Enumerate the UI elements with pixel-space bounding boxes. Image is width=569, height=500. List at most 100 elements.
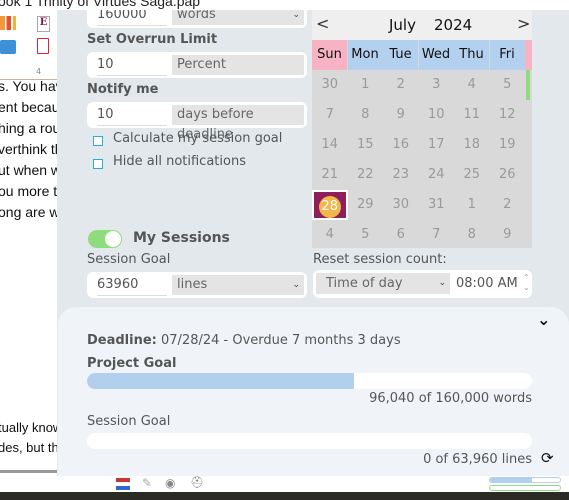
calendar-day[interactable]: 2 [490, 190, 526, 220]
calendar-day[interactable]: 25 [454, 160, 490, 190]
overrun-label: Set Overrun Limit [87, 32, 218, 47]
sessions-title: My Sessions [133, 230, 230, 246]
ruler-mark: 4 [36, 67, 42, 76]
project-progress-fill [87, 373, 354, 389]
session-goal-input[interactable]: 63960 [97, 277, 167, 296]
notify-row: 10 days before deadline [87, 102, 307, 142]
calendar-day[interactable]: 4 [312, 220, 348, 248]
calendar-day[interactable]: 5 [348, 220, 384, 248]
calendar-day[interactable]: 19 [490, 130, 526, 160]
calendar-day[interactable]: 28 [312, 190, 348, 220]
weekday-mon: Mon [347, 40, 383, 70]
calendar-day[interactable]: 18 [454, 130, 490, 160]
session-count: 0 of 63,960 lines [423, 452, 532, 467]
calendar-day[interactable]: 2 [383, 70, 419, 100]
calendar-day[interactable]: 7 [312, 100, 348, 130]
calendar-day[interactable]: 3 [419, 70, 455, 100]
calendar-day[interactable]: 8 [348, 100, 384, 130]
calendar-day[interactable]: 11 [454, 100, 490, 130]
calendar-day[interactable]: 8 [454, 220, 490, 248]
calendar-day[interactable]: 9 [490, 220, 526, 248]
doc-line: hing a rou [0, 120, 58, 136]
calendar-day[interactable]: 26 [490, 160, 526, 190]
eye-icon[interactable]: ◉ [165, 476, 175, 490]
calc-session-checkbox[interactable] [93, 136, 103, 146]
calendar-day[interactable]: 6 [383, 220, 419, 248]
calendar-day[interactable]: 24 [419, 160, 455, 190]
collapse-chevron-icon[interactable]: ⌄ [537, 310, 550, 329]
unit-label: lines [177, 277, 208, 292]
chart-icon[interactable] [0, 16, 16, 30]
calendar-day[interactable]: 30 [383, 190, 419, 220]
overrun-unit: Percent [172, 55, 304, 75]
reset-label: Reset session count: [313, 252, 447, 267]
document-area[interactable]: E 4 s. You have ent becaus hing a rou ve… [0, 10, 58, 476]
divider [0, 470, 58, 473]
overrun-row: 10 Percent [87, 52, 307, 78]
calendar-day[interactable]: 5 [490, 70, 526, 100]
weekday-fri: Fri [489, 40, 525, 70]
helmet-icon[interactable]: ⛑ [190, 476, 204, 489]
calendar-day[interactable]: 29 [348, 190, 384, 220]
prev-month-button[interactable]: < [316, 14, 329, 33]
calendar-day[interactable]: 21 [312, 160, 348, 190]
time-spinner[interactable]: ⌃ ⌄ [523, 273, 530, 293]
calendar-day[interactable]: 22 [348, 160, 384, 190]
project-count: 96,040 of 160,000 words [369, 391, 532, 406]
hide-notifications-checkbox[interactable] [93, 159, 103, 169]
notify-input[interactable]: 10 [97, 107, 167, 126]
refresh-icon[interactable]: ⟳ [541, 449, 554, 467]
flag-icon[interactable] [116, 478, 130, 490]
calendar-day[interactable]: 10 [419, 100, 455, 130]
doc-line: des, but th [0, 440, 58, 455]
doc-line: ut when w [0, 162, 58, 178]
doc-line: ent becaus [0, 99, 58, 115]
calendar-day[interactable]: 15 [348, 130, 384, 160]
notify-unit: days before deadline [172, 105, 304, 142]
hide-notifications-label: Hide all notifications [113, 154, 246, 169]
doc-line: verthink th [0, 141, 58, 157]
calendar-day[interactable]: 1 [348, 70, 384, 100]
calendar-day[interactable]: 1 [454, 190, 490, 220]
saturday-header [525, 40, 532, 70]
doc-line: ong are we [0, 204, 58, 220]
project-progress-bar [87, 373, 532, 389]
project-goal-label: Project Goal [87, 356, 177, 371]
calc-session-label: Calculate my session goal [113, 131, 283, 146]
overrun-input[interactable]: 10 [97, 57, 167, 76]
pdf-icon[interactable] [37, 38, 49, 54]
calendar-day[interactable]: 31 [419, 190, 455, 220]
doc-line: s. You have [0, 78, 58, 94]
session-goal-row: 63960 lines ⌄ [87, 272, 307, 298]
next-month-button[interactable]: > [517, 14, 530, 33]
reset-time-input[interactable]: 08:00 AM [456, 276, 518, 291]
doc-line: tually know [0, 420, 58, 435]
calendar-day[interactable]: 16 [383, 130, 419, 160]
calendar-day[interactable]: 17 [419, 130, 455, 160]
mini-project-progress [489, 477, 561, 483]
weekday-tue: Tue [383, 40, 418, 70]
mini-session-progress [489, 485, 561, 491]
reset-mode-select[interactable]: Time of day ⌄ [316, 273, 450, 294]
calendar-day[interactable]: 7 [419, 220, 455, 248]
calendar-header: < July 2024 > [312, 10, 532, 40]
session-progress-bar [87, 433, 532, 449]
calendar-day[interactable]: 9 [383, 100, 419, 130]
calendar-day[interactable]: 4 [454, 70, 490, 100]
export-icon[interactable]: E [37, 16, 50, 32]
reset-row: Time of day ⌄ 08:00 AM ⌃ ⌄ [313, 270, 532, 298]
calendar-day[interactable]: 14 [312, 130, 348, 160]
document-icon[interactable] [0, 40, 16, 54]
session-goal-label: Session Goal [87, 252, 171, 267]
calendar: < July 2024 > Sun Mon Tue Wed Thu Fri 30 1 2 3 4 5… [312, 10, 532, 248]
session-goal-unit-select[interactable]: lines ⌄ [172, 275, 304, 295]
deadline-sun-icon: 28 [318, 196, 341, 218]
window-title: ook 1 Trinity of Virtues Saga.pap [0, 0, 201, 9]
quill-icon[interactable]: ✎ [142, 476, 152, 490]
calendar-day[interactable]: 23 [383, 160, 419, 190]
calendar-day[interactable]: 12 [490, 100, 526, 130]
calendar-day[interactable]: 30 [312, 70, 348, 100]
weekday-thu: Thu [454, 40, 489, 70]
status-bar: ✎ ◉ ⛑ [0, 476, 569, 492]
sessions-toggle[interactable] [88, 230, 122, 248]
